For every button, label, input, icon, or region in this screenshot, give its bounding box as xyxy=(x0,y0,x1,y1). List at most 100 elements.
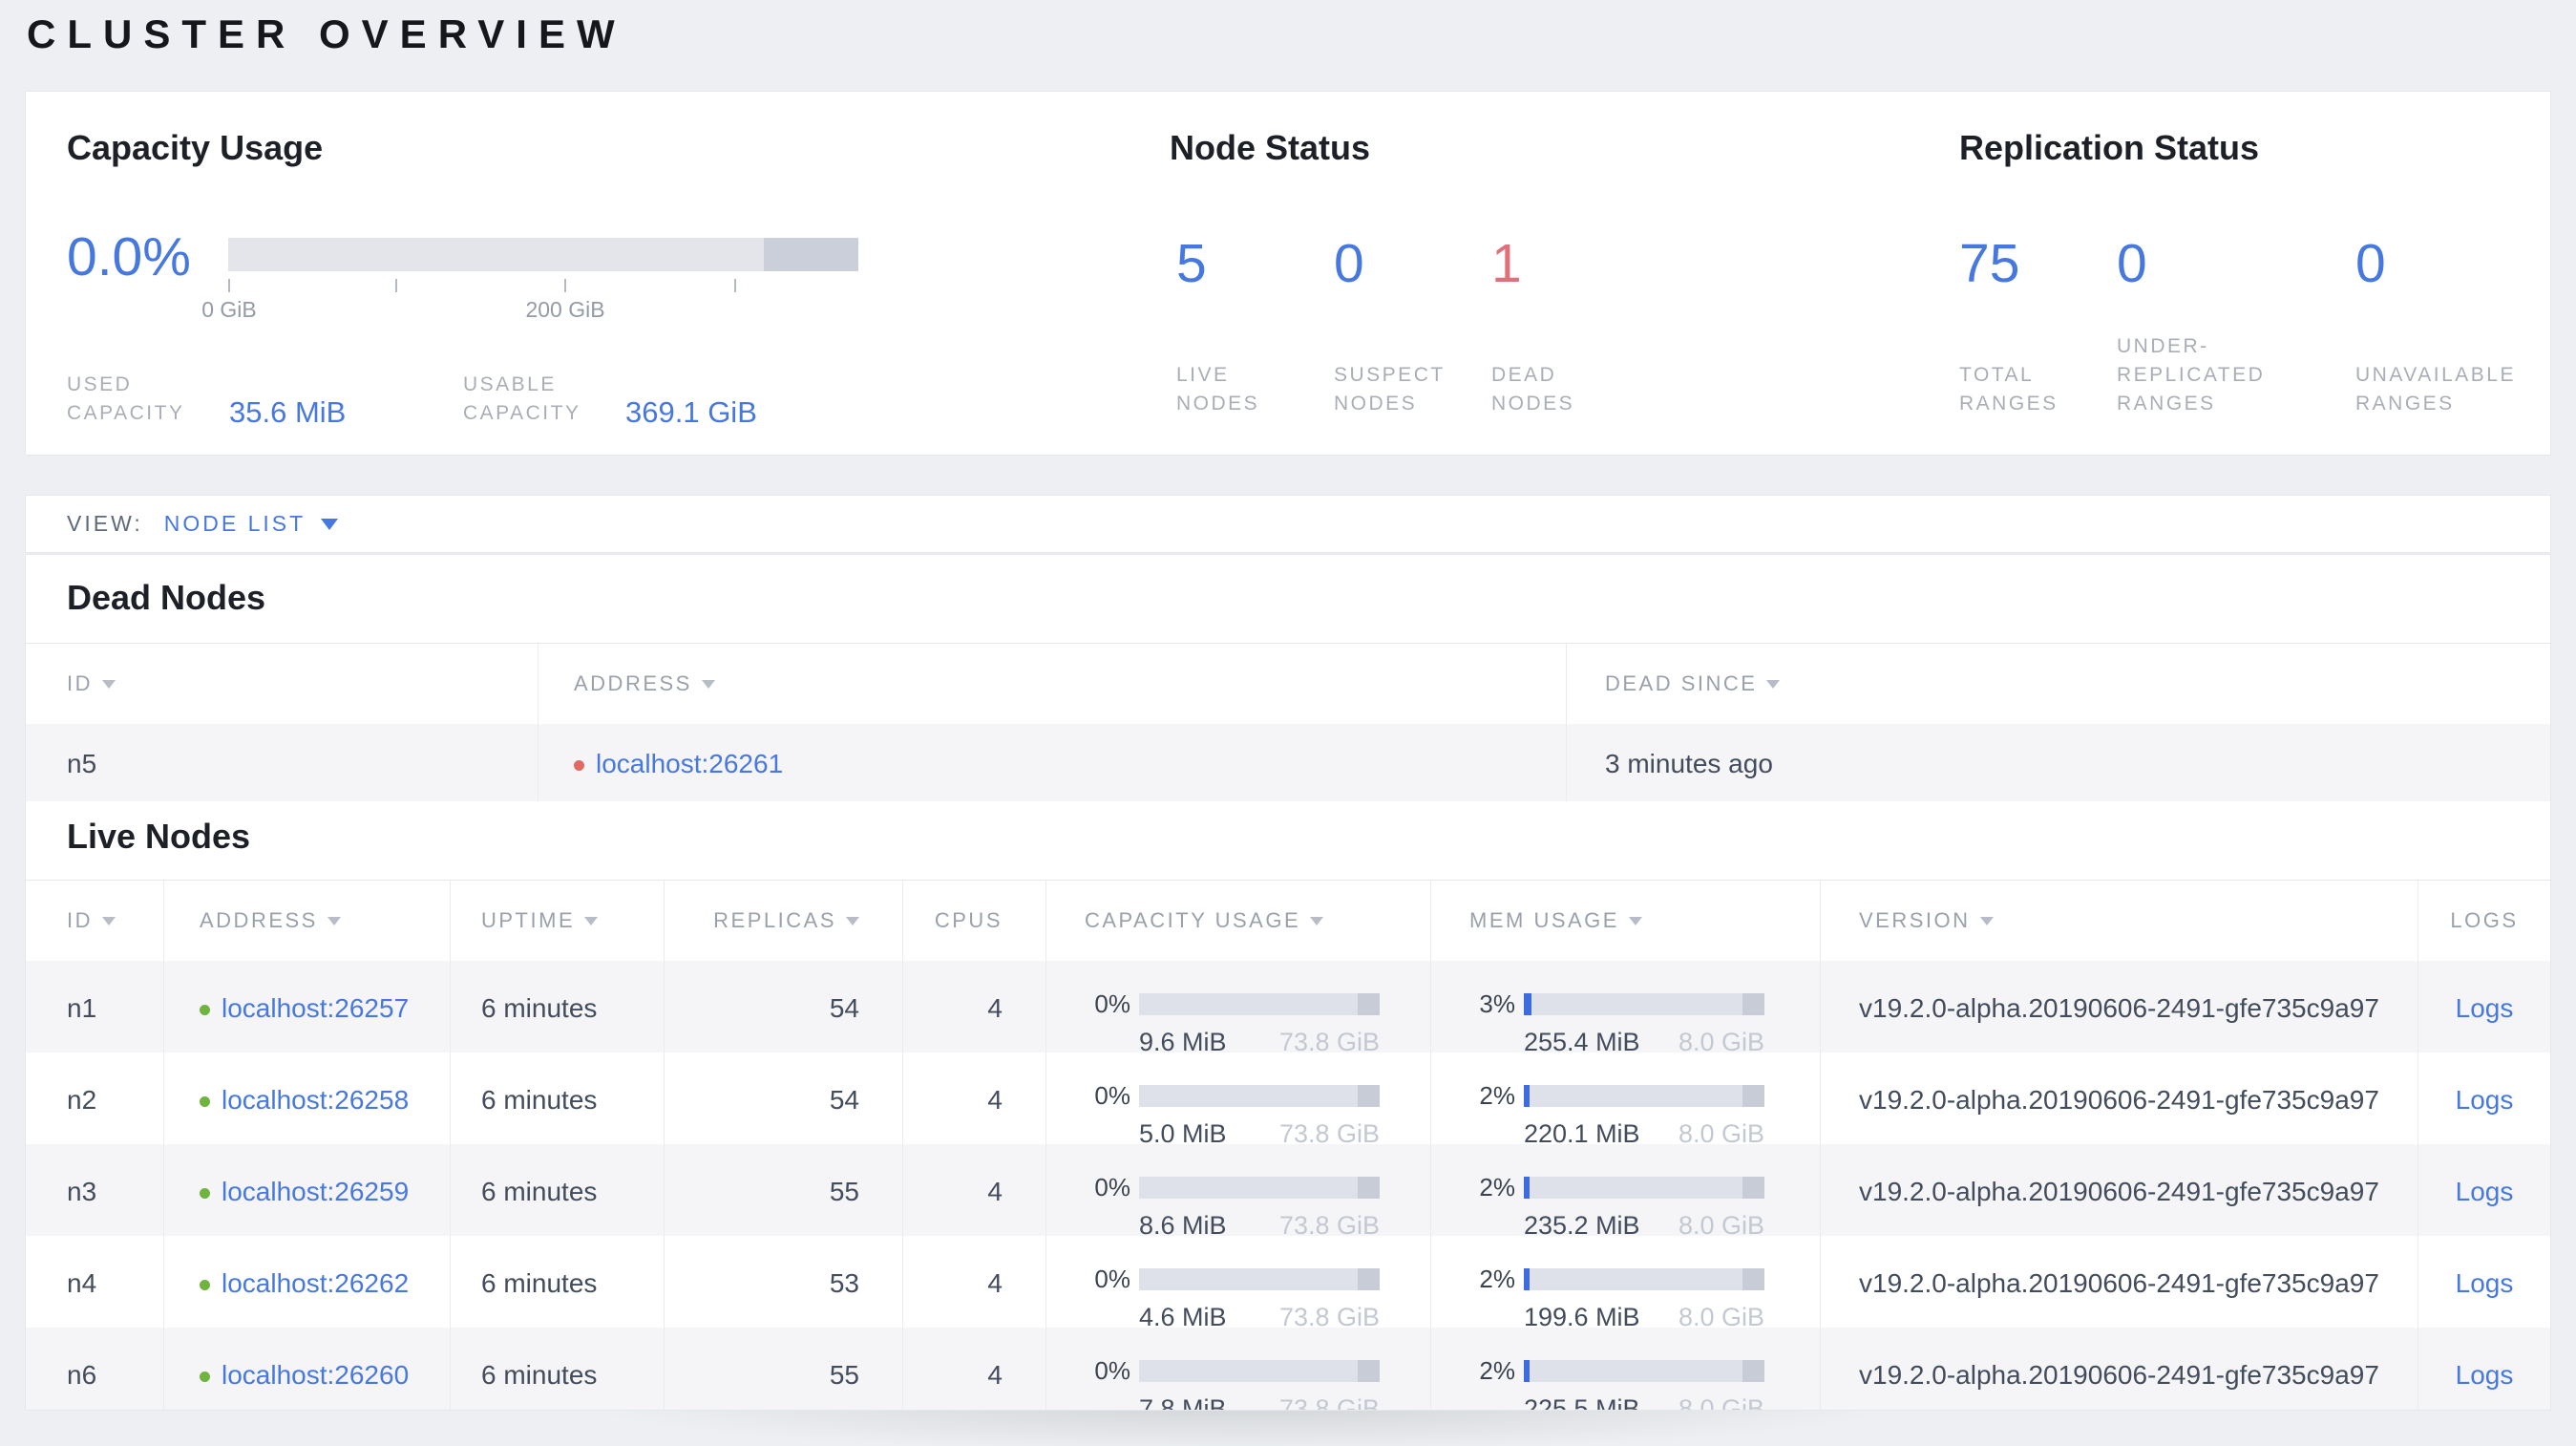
live-nodes-table-header: ID ADDRESS UPTIME REPLICAS CPUS CAPACITY USAG… xyxy=(26,880,2550,961)
sort-caret-icon xyxy=(1979,916,1994,925)
live-nodes-column-header-replicas[interactable]: REPLICAS xyxy=(665,881,903,961)
node-replicas: 53 xyxy=(665,1236,903,1328)
usage-bar xyxy=(1139,1268,1380,1290)
dead-nodes-table-header: ID ADDRESS DEAD SINCE xyxy=(26,643,2550,724)
live-nodes-column-header-uptime[interactable]: UPTIME xyxy=(451,881,665,961)
dead-nodes-label: DEAD NODES xyxy=(1491,364,1575,415)
live-nodes-column-header-address[interactable]: ADDRESS xyxy=(164,881,451,961)
logs-cell: Logs xyxy=(2418,1053,2550,1144)
usage-bar-fill xyxy=(1524,993,1531,1015)
dead-nodes-column-header-address[interactable]: ADDRESS xyxy=(538,644,1567,724)
view-selector-dropdown[interactable]: NODE LIST xyxy=(163,511,339,537)
usage-bar-fill xyxy=(1524,1268,1530,1290)
node-address-cell: localhost:26259 xyxy=(164,1144,451,1236)
usage-bar xyxy=(1524,1268,1764,1290)
node-address-link[interactable]: localhost:26261 xyxy=(596,749,783,778)
sort-caret-icon xyxy=(1628,916,1642,925)
node-cpus: 4 xyxy=(903,1053,1046,1144)
suspect-nodes-label: SUSPECT NODES xyxy=(1334,364,1446,415)
usage-bar-reserved-segment xyxy=(1358,993,1380,1015)
column-header-label: ID xyxy=(67,671,93,695)
usage-bar-reserved-segment xyxy=(1742,1360,1764,1382)
usage-bar-reserved-segment xyxy=(1742,1177,1764,1199)
logs-link[interactable]: Logs xyxy=(2456,1268,2514,1298)
logs-link[interactable]: Logs xyxy=(2456,1177,2514,1206)
node-id: n4 xyxy=(26,1236,164,1328)
usage-bar xyxy=(1524,1085,1764,1107)
dead-node-row: n5 localhost:26261 3 minutes ago xyxy=(26,724,2550,801)
usage-total-value: 73.8 GiB xyxy=(1278,1394,1380,1410)
under-replicated-count: 0 xyxy=(2117,233,2147,294)
node-address-link[interactable]: localhost:26258 xyxy=(222,1085,409,1115)
usage-used-value: 5.0 MiB xyxy=(1139,1119,1227,1144)
chevron-down-icon xyxy=(321,518,339,530)
dead-nodes-column-header-id[interactable]: ID xyxy=(26,644,538,724)
node-address-cell: localhost:26262 xyxy=(164,1236,451,1328)
column-header-label: REPLICAS xyxy=(713,908,836,932)
live-nodes-column-header-version[interactable]: VERSION xyxy=(1821,881,2418,961)
capacity-usage-cell: 0% 9.6 MiB 73.8 GiB xyxy=(1046,961,1431,1053)
live-nodes-heading: Live Nodes xyxy=(67,817,251,856)
usage-bar xyxy=(1139,1085,1380,1107)
column-header-label: ADDRESS xyxy=(574,671,692,695)
logs-link[interactable]: Logs xyxy=(2456,1085,2514,1115)
suspect-nodes-stat: 0 SUSPECT NODES xyxy=(1334,235,1477,418)
node-address-cell: localhost:26257 xyxy=(164,961,451,1053)
live-nodes-column-header-mem-usage[interactable]: MEM USAGE xyxy=(1431,881,1821,961)
usage-total-value: 8.0 GiB xyxy=(1678,1211,1764,1236)
usage-percent: 0% xyxy=(1094,1173,1130,1201)
capacity-usage-cell: 0% 8.6 MiB 73.8 GiB xyxy=(1046,1144,1431,1236)
axis-tick-label: 0 GiB xyxy=(201,297,257,322)
usage-bar xyxy=(1139,993,1380,1015)
usage-used-value: 4.6 MiB xyxy=(1139,1303,1227,1328)
usage-bar-fill xyxy=(1524,1177,1530,1199)
node-version: v19.2.0-alpha.20190606-2491-gfe735c9a97 xyxy=(1821,961,2418,1053)
under-replicated-ranges-stat: 0 UNDER-REPLICATED RANGES xyxy=(2117,235,2308,418)
node-address-link[interactable]: localhost:26259 xyxy=(222,1177,409,1206)
usage-bar-fill xyxy=(1524,1085,1530,1107)
usage-total-value: 8.0 GiB xyxy=(1678,1394,1764,1410)
usage-used-value: 220.1 MiB xyxy=(1524,1119,1640,1144)
dead-nodes-stat: 1 DEAD NODES xyxy=(1491,235,1630,418)
under-replicated-label: UNDER-REPLICATED RANGES xyxy=(2117,335,2266,415)
node-id: n6 xyxy=(26,1328,164,1410)
node-address-link[interactable]: localhost:26260 xyxy=(222,1360,409,1390)
live-nodes-column-header-capacity-usage[interactable]: CAPACITY USAGE xyxy=(1046,881,1431,961)
usage-total-value: 8.0 GiB xyxy=(1678,1303,1764,1328)
view-bar: VIEW: NODE LIST xyxy=(25,495,2551,553)
node-live-status-icon xyxy=(200,1372,210,1382)
logs-link[interactable]: Logs xyxy=(2456,993,2514,1023)
usage-bar-fill xyxy=(1524,1360,1530,1382)
usage-bar-reserved-segment xyxy=(1358,1268,1380,1290)
mem-usage-cell: 2% 199.6 MiB 8.0 GiB xyxy=(1431,1236,1821,1328)
sort-caret-icon xyxy=(327,916,341,925)
capacity-usage-bar: 0 GiB 200 GiB xyxy=(201,238,858,333)
logs-link[interactable]: Logs xyxy=(2456,1360,2514,1390)
column-header-label: CPUS xyxy=(934,908,1003,932)
node-address-link[interactable]: localhost:26262 xyxy=(222,1268,409,1298)
live-nodes-column-header-id[interactable]: ID xyxy=(26,881,164,961)
node-address-link[interactable]: localhost:26257 xyxy=(222,993,409,1023)
live-node-row: n3 localhost:26259 6 minutes 55 4 0% 8.6 MiB 73… xyxy=(26,1144,2550,1236)
sort-caret-icon xyxy=(584,916,599,925)
dead-nodes-heading: Dead Nodes xyxy=(67,578,266,617)
sort-caret-icon xyxy=(102,679,116,689)
usage-bar-reserved-segment xyxy=(1742,993,1764,1015)
bottom-shadow xyxy=(0,1411,2576,1446)
usage-percent: 2% xyxy=(1479,1081,1515,1110)
node-live-status-icon xyxy=(200,1005,210,1015)
total-ranges-stat: 75 TOTAL RANGES xyxy=(1959,235,2088,418)
usage-used-value: 9.6 MiB xyxy=(1139,1028,1227,1053)
usage-bar-reserved-segment xyxy=(1358,1177,1380,1199)
node-uptime: 6 minutes xyxy=(451,1236,665,1328)
total-ranges-count: 75 xyxy=(1959,233,2020,294)
node-uptime: 6 minutes xyxy=(451,1144,665,1236)
node-cpus: 4 xyxy=(903,1144,1046,1236)
dead-nodes-column-header-dead-since[interactable]: DEAD SINCE xyxy=(1567,644,2550,724)
usage-total-value: 73.8 GiB xyxy=(1278,1028,1380,1053)
live-nodes-label: LIVE NODES xyxy=(1176,364,1260,415)
view-selected-value: NODE LIST xyxy=(163,511,306,536)
usage-percent: 2% xyxy=(1479,1173,1515,1201)
usage-bar-reserved-segment xyxy=(1742,1085,1764,1107)
usage-total-value: 8.0 GiB xyxy=(1678,1119,1764,1144)
